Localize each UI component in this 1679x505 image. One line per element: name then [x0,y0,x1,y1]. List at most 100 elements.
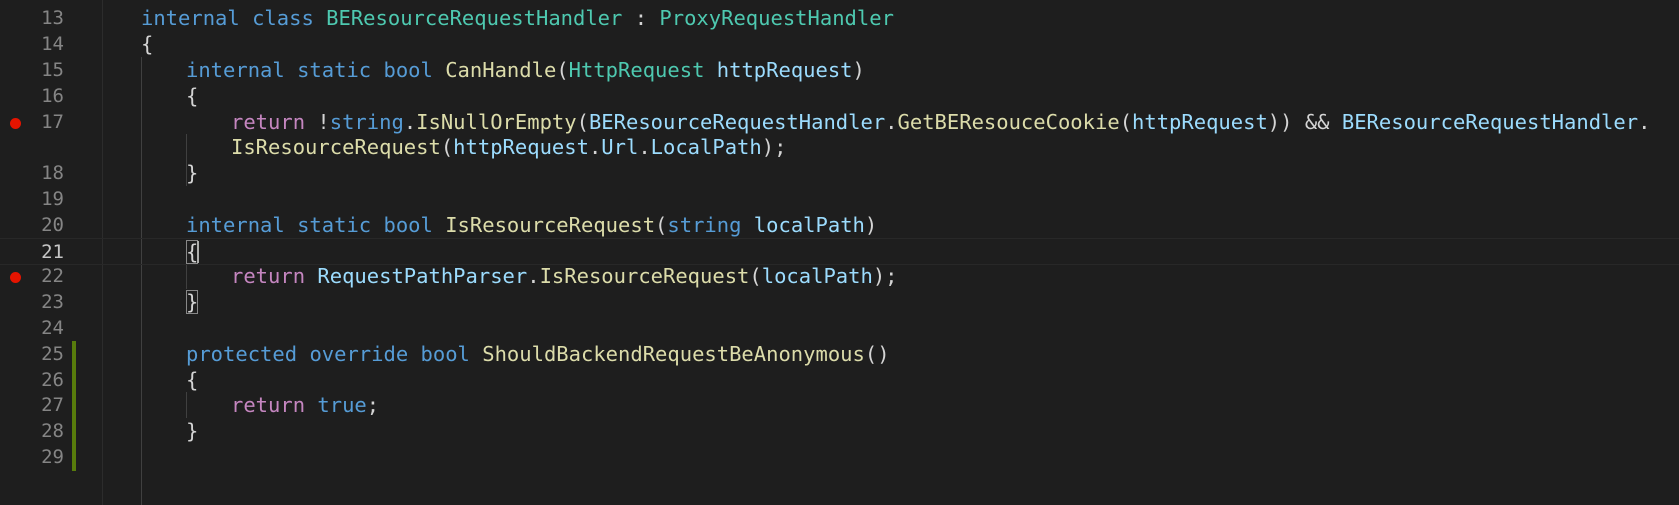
code-text: { [186,83,198,110]
code-token: . [1638,110,1651,134]
code-text: } [186,160,198,187]
breakpoint-icon[interactable] [10,272,21,283]
line-number: 22 [41,265,64,287]
code-token: static [297,213,372,237]
code-token: () [864,342,890,366]
code-line[interactable]: 18} [0,160,1679,187]
code-line[interactable]: 22 return RequestPathParser.IsResourceReq… [0,263,1679,290]
code-token: internal [141,6,240,30]
code-line[interactable]: 14 { [0,31,1679,58]
code-line[interactable]: 13 internal class BEResourceRequestHandle… [0,5,1679,32]
code-line[interactable]: 17 return !string.IsNullOrEmpty(BEResourc… [0,109,1679,136]
code-line[interactable]: 29 [0,444,1679,471]
code-line[interactable]: 21{ [0,238,1679,265]
code-text: internal static bool CanHandle(HttpReque… [186,57,865,84]
code-token: )) && [1267,110,1342,134]
line-number: 23 [41,291,64,313]
code-token: ProxyRequestHandler [659,6,894,30]
code-token: ( [655,213,668,237]
code-token: IsResourceRequest [445,213,656,237]
line-number: 24 [41,317,64,339]
line-number: 20 [41,214,64,236]
code-line[interactable]: 24 [0,315,1679,342]
code-token: bool [420,342,470,366]
code-token: IsResourceRequest [539,264,750,288]
code-token: internal [186,58,285,82]
line-number: 26 [41,369,64,391]
modified-line-indicator [72,392,76,419]
line-number: 16 [41,85,64,107]
code-line[interactable]: 16 { [0,83,1679,110]
code-token: IsNullOrEmpty [416,110,577,134]
line-number: 18 [41,162,64,184]
line-number: 29 [41,446,64,468]
code-token: return [231,110,306,134]
code-token: Url [601,135,639,159]
code-text: return RequestPathParser.IsResourceReque… [231,263,898,290]
code-token: httpRequest [716,58,853,82]
text-cursor [197,241,200,263]
code-line[interactable]: 27 return true; [0,392,1679,419]
code-text: } [186,418,198,445]
code-text: internal class BEResourceRequestHandler … [141,5,894,32]
code-token: ( [749,264,762,288]
code-line[interactable]: 25 protected override bool ShouldBackendR… [0,341,1679,368]
code-editor[interactable]: 13 internal class BEResourceRequestHandle… [0,0,1679,505]
code-token: localPath [761,264,873,288]
code-token: string [667,213,742,237]
code-text: } [186,289,199,316]
code-token: ShouldBackendRequestBeAnonymous [482,342,865,366]
code-token: httpRequest [1132,110,1268,134]
line-number: 28 [41,420,64,442]
modified-line-indicator [72,367,76,394]
code-token: ( [556,58,569,82]
line-number: 17 [41,111,64,133]
code-token: { [186,368,199,392]
modified-line-indicator [72,418,76,445]
code-token: true [317,393,367,417]
line-number: 13 [41,7,64,29]
code-token: } [186,419,199,443]
code-token: CanHandle [445,58,557,82]
code-token: . [588,135,602,159]
code-line[interactable]: 28} [0,418,1679,445]
code-token: return [231,393,306,417]
code-token: bool [383,58,433,82]
code-token: protected [186,342,298,366]
code-line[interactable]: 23} [0,289,1679,316]
code-token: BEResourceRequestHandler [1341,110,1639,134]
line-number: 19 [41,188,64,210]
line-number: 25 [41,343,64,365]
code-token: . [885,110,898,134]
code-token: string [329,110,404,134]
code-line[interactable]: IsResourceRequest(httpRequest.Url.LocalP… [0,134,1679,161]
code-line[interactable]: 19 [0,186,1679,213]
code-token: httpRequest [453,135,589,159]
code-token: class [252,6,314,30]
line-number: 14 [41,33,64,55]
code-token: } [186,290,199,314]
line-number [30,134,64,161]
code-token: BEResourceRequestHandler [326,6,623,30]
code-line[interactable]: 26 { [0,367,1679,394]
code-token: GetBEResouceCookie [897,110,1120,134]
code-token: static [297,58,372,82]
breakpoint-icon[interactable] [10,118,21,129]
line-number: 21 [41,241,64,263]
line-number: 27 [41,394,64,416]
code-line[interactable]: 15 internal static bool CanHandle(HttpReq… [0,57,1679,84]
code-token: . [403,110,417,134]
modified-line-indicator [72,341,76,368]
code-line[interactable]: 20 internal static bool IsResourceRequest… [0,212,1679,239]
code-token: { [186,84,199,108]
code-token: ( [1119,110,1133,134]
